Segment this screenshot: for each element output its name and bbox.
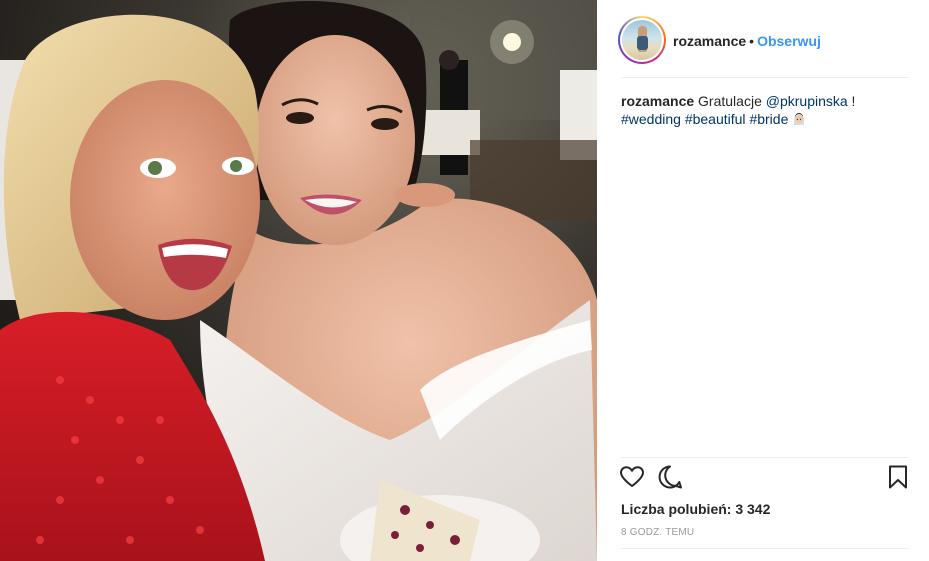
bride-emoji-icon — [794, 113, 805, 125]
hashtag-wedding[interactable]: #wedding — [621, 111, 681, 127]
post-caption: rozamance Gratulacje @pkrupinska ! #wedd… — [621, 92, 909, 128]
header-divider — [621, 77, 909, 78]
avatar-story-ring[interactable] — [618, 16, 666, 64]
caption-mention[interactable]: @pkrupinska — [766, 93, 848, 109]
username-row: rozamance • Obserwuj — [673, 33, 821, 49]
avatar-inner — [620, 18, 664, 62]
follow-button[interactable]: Obserwuj — [757, 33, 821, 49]
photo-content — [0, 0, 597, 561]
bookmark-icon[interactable] — [885, 464, 911, 490]
caption-text: Gratulacje — [694, 93, 766, 109]
post-timestamp[interactable]: 8 GODZ. TEMU — [621, 527, 694, 539]
avatar — [622, 20, 662, 60]
action-bar — [619, 464, 911, 494]
avatar-figure-swimsuit — [637, 36, 648, 50]
footer-divider — [621, 548, 909, 549]
comment-bubble-icon[interactable] — [657, 464, 683, 490]
post-sidebar: rozamance • Obserwuj rozamance Gratulacje … — [597, 0, 929, 561]
hashtag-beautiful[interactable]: #beautiful — [685, 111, 746, 127]
separator-dot: • — [749, 33, 755, 49]
hashtag-bride[interactable]: #bride — [749, 111, 788, 127]
post-photo[interactable] — [0, 0, 597, 561]
caption-username[interactable]: rozamance — [621, 93, 694, 109]
caption-after-mention: ! — [847, 93, 856, 109]
post-header: rozamance • Obserwuj — [597, 0, 929, 80]
likes-count[interactable]: Liczba polubień: 3 342 — [621, 501, 770, 518]
actions-divider — [621, 457, 909, 458]
heart-outline-icon[interactable] — [619, 464, 645, 490]
username-link[interactable]: rozamance — [673, 33, 746, 49]
